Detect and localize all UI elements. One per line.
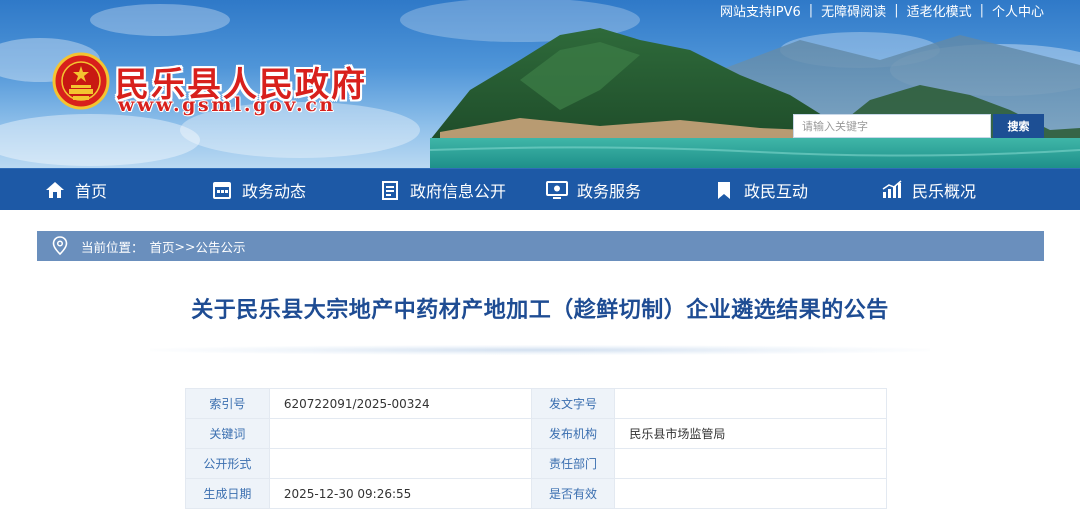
table-row: 关键词 发布机构 民乐县市场监管局 (185, 418, 887, 449)
nav-item-label: 政民互动 (744, 182, 809, 201)
personal-center-link[interactable]: 个人中心 (992, 1, 1044, 20)
nav-item-label: 政府信息公开 (410, 182, 507, 201)
meta-value: 民乐县市场监管局 (614, 418, 887, 449)
breadcrumb-home-link[interactable]: 首页 (150, 237, 175, 256)
nav-item-overview[interactable]: 民乐概况 (881, 169, 976, 211)
bar-chart-icon (881, 179, 903, 201)
elderly-mode-link[interactable]: 适老化模式 (907, 1, 972, 20)
article-title: 关于民乐县大宗地产中药材产地加工（趁鲜切制）企业遴选结果的公告 (191, 298, 889, 323)
nav-item-label: 政务动态 (242, 182, 307, 201)
nav-item-home[interactable]: 首页 (44, 169, 107, 211)
main-nav: 首页 政务动态 政府信息公开 政务服务 政民互动 民乐概况 (0, 168, 1080, 210)
nav-item-label: 政务服务 (577, 182, 642, 201)
top-link-separator: | (894, 3, 899, 18)
calendar-icon (211, 179, 233, 201)
table-row: 生成日期 2025-12-30 09:26:55 是否有效 (185, 478, 887, 509)
meta-value (268, 448, 532, 479)
table-row: 公开形式 责任部门 (185, 448, 887, 479)
monitor-icon (546, 179, 568, 201)
meta-key: 生成日期 (185, 478, 270, 509)
meta-key: 索引号 (185, 388, 270, 419)
meta-key: 责任部门 (530, 448, 616, 479)
meta-value: 2025-12-30 09:26:55 (268, 478, 532, 509)
nav-item-label: 民乐概况 (912, 182, 977, 201)
header-banner: 网站支持IPV6 | 无障碍阅读 | 适老化模式 | 个人中心 民乐县人民政府 … (0, 0, 1080, 168)
meta-value (614, 478, 887, 509)
site-url: www.gsml.gov.cn (118, 94, 336, 116)
breadcrumb-lead: 当前位置： (81, 239, 144, 255)
nav-item-info-disclosure[interactable]: 政府信息公开 (379, 169, 506, 211)
document-list-icon (379, 179, 401, 201)
nav-item-news[interactable]: 政务动态 (211, 169, 306, 211)
meta-key: 关键词 (185, 418, 270, 449)
top-link-separator: | (808, 3, 814, 18)
accessible-reading-link[interactable]: 无障碍阅读 (821, 1, 886, 20)
search-input[interactable] (793, 114, 991, 138)
nav-item-services[interactable]: 政务服务 (546, 169, 641, 211)
nav-item-interaction[interactable]: 政民互动 (713, 169, 808, 211)
nav-item-label: 首页 (75, 182, 108, 201)
ipv6-support-link[interactable]: 网站支持IPV6 (720, 1, 801, 20)
breadcrumb: 当前位置： 首页 >> 公告公示 (37, 231, 1044, 261)
document-meta-table: 索引号 620722091/2025-00324 发文字号 关键词 发布机构 民… (185, 388, 887, 509)
meta-value (614, 388, 887, 419)
top-links: 网站支持IPV6 | 无障碍阅读 | 适老化模式 | 个人中心 (720, 1, 1044, 20)
top-link-separator: | (979, 3, 984, 18)
meta-key: 是否有效 (530, 478, 616, 509)
national-emblem-icon (52, 52, 110, 110)
meta-value (268, 418, 532, 449)
title-divider (150, 345, 930, 355)
location-pin-icon (52, 236, 68, 256)
meta-value (614, 448, 887, 479)
search-button[interactable]: 搜索 (993, 114, 1044, 138)
meta-key: 发布机构 (530, 418, 616, 449)
bookmark-icon (713, 179, 735, 201)
meta-key: 发文字号 (530, 388, 616, 419)
table-row: 索引号 620722091/2025-00324 发文字号 (185, 388, 887, 419)
breadcrumb-current-link[interactable]: 公告公示 (195, 237, 245, 256)
breadcrumb-separator: >> (174, 238, 196, 254)
home-icon (44, 179, 66, 201)
meta-key: 公开形式 (185, 448, 270, 479)
meta-value: 620722091/2025-00324 (268, 388, 532, 419)
